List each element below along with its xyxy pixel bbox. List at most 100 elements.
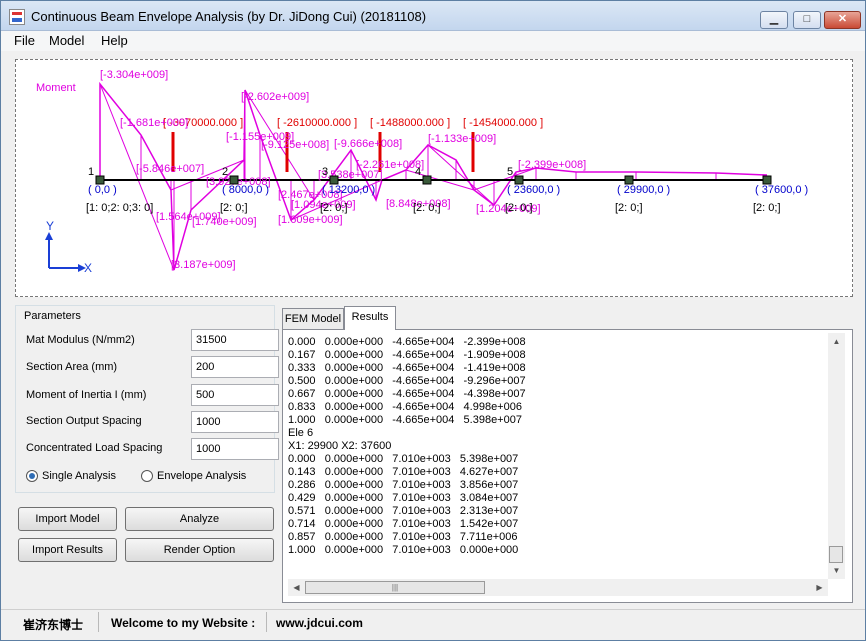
analyze-button[interactable]: Analyze [125, 507, 274, 531]
minimize-button[interactable]: ▁ [760, 11, 788, 29]
node-marker [95, 175, 105, 185]
envelope-analysis-radio[interactable]: Envelope Analysis [141, 470, 246, 482]
result-line: 0.667 0.000e+000 -4.665e+004 -4.398e+007 [288, 388, 526, 400]
result-line: 0.143 0.000e+000 7.010e+003 4.627e+007 [288, 466, 519, 478]
result-line: 0.167 0.000e+000 -4.665e+004 -1.909e+008 [288, 349, 526, 361]
moment-value-label: [3.187e+009] [171, 259, 236, 271]
node-number: 2 [222, 166, 228, 178]
node-number: 5 [507, 166, 513, 178]
node-marker [762, 175, 772, 185]
tab-fem-model[interactable]: FEM Model [282, 308, 344, 330]
node-boundary-condition: [2: 0;] [615, 202, 643, 214]
moment-value-label: [-1.133e+009] [428, 133, 496, 145]
moment-value-label: [-5.846e+007] [136, 163, 204, 175]
mat-modulus-input[interactable] [191, 329, 279, 351]
node-coordinate: ( 8000,0 ) [222, 184, 269, 196]
vertical-scrollbar[interactable]: ▲ ▼ [828, 333, 845, 579]
node-marker [329, 175, 339, 185]
section-area-label: Section Area (mm) [26, 361, 118, 373]
result-line: 0.429 0.000e+000 7.010e+003 3.084e+007 [288, 492, 519, 504]
menu-file[interactable]: File [14, 33, 35, 48]
status-welcome: Welcome to my Website : [111, 616, 256, 630]
menu-help[interactable]: Help [101, 33, 128, 48]
close-button[interactable]: ✕ [824, 11, 861, 29]
concentrated-load-spacing-label: Concentrated Load Spacing [26, 442, 163, 454]
load-label: [ -2610000.000 ] [277, 117, 357, 129]
concentrated-load-spacing-input[interactable] [191, 438, 279, 460]
render-option-button[interactable]: Render Option [125, 538, 274, 562]
x-axis-label: X [84, 261, 92, 275]
node-boundary-condition: [2: 0;] [320, 202, 348, 214]
parameters-title: Parameters [24, 310, 81, 322]
moment-hatch-line [427, 144, 495, 206]
node-number: 1 [88, 166, 94, 178]
parameters-panel: Parameters Mat Modulus (N/mm2) Section A… [15, 305, 279, 493]
node-coordinate: ( 29900,0 ) [617, 184, 670, 196]
result-line: 0.857 0.000e+000 7.010e+003 7.711e+006 [288, 531, 518, 543]
result-line: 0.833 0.000e+000 -4.665e+004 4.998e+006 [288, 401, 522, 413]
node-boundary-condition: [2: 0;] [753, 202, 781, 214]
scroll-down-icon[interactable]: ▼ [828, 562, 845, 579]
moment-of-inertia-input[interactable] [191, 384, 279, 406]
status-bar: 崔济东博士 Welcome to my Website : www.jdcui.… [1, 609, 865, 633]
import-results-button[interactable]: Import Results [18, 538, 117, 562]
node-coordinate: ( 37600,0 ) [755, 184, 808, 196]
horizontal-scrollbar[interactable]: ◀ ||| ▶ [288, 579, 828, 596]
envelope-analysis-label: Envelope Analysis [157, 470, 247, 482]
node-coordinate: ( 0,0 ) [88, 184, 117, 196]
node-marker [624, 175, 634, 185]
moment-curve [99, 81, 768, 271]
radio-unchecked-icon [141, 470, 153, 482]
node-coordinate: ( 13200,0 ) [322, 184, 375, 196]
moment-title: Moment [36, 82, 76, 94]
title-bar: Continuous Beam Envelope Analysis (by Dr… [1, 1, 865, 31]
beam-plot-canvas[interactable]: [ -3070000.000 ][ -2610000.000 ][ -14880… [15, 59, 853, 297]
menu-model[interactable]: Model [49, 33, 84, 48]
single-analysis-label: Single Analysis [42, 470, 116, 482]
y-axis-arrowhead [45, 232, 53, 240]
node-boundary-condition: [2: 0;] [505, 202, 533, 214]
result-line: 0.571 0.000e+000 7.010e+003 2.313e+007 [288, 505, 519, 517]
section-area-input[interactable] [191, 356, 279, 378]
node-coordinate: ( 23600,0 ) [507, 184, 560, 196]
node-number: 3 [322, 166, 328, 178]
moment-value-label: [-9.125e+008] [261, 139, 329, 151]
tab-results[interactable]: Results [344, 306, 396, 330]
node-marker [229, 175, 239, 185]
scroll-right-icon[interactable]: ▶ [811, 579, 828, 596]
import-model-button[interactable]: Import Model [18, 507, 117, 531]
section-output-spacing-label: Section Output Spacing [26, 415, 142, 427]
result-line: 0.500 0.000e+000 -4.665e+004 -9.296e+007 [288, 375, 526, 387]
node-boundary-condition: [1: 0;2: 0;3: 0] [86, 202, 153, 214]
result-line: 0.714 0.000e+000 7.010e+003 1.542e+007 [288, 518, 519, 530]
node-number: 4 [415, 166, 421, 178]
status-author: 崔济东博士 [23, 618, 84, 632]
moment-value-label: [-2.261e+008] [356, 159, 424, 171]
load-label: [ -1488000.000 ] [370, 117, 450, 129]
result-line: 0.000 0.000e+000 -4.665e+004 -2.399e+008 [288, 336, 526, 348]
app-window: Continuous Beam Envelope Analysis (by Dr… [0, 0, 866, 641]
node-marker [422, 175, 432, 185]
status-website-link[interactable]: www.jdcui.com [276, 616, 363, 630]
moment-of-inertia-label: Moment of Inertia I (mm) [26, 389, 147, 401]
status-separator [98, 612, 99, 632]
result-line: 1.000 0.000e+000 7.010e+003 0.000e+000 [288, 544, 519, 556]
status-separator [266, 612, 267, 632]
menu-bar: File Model Help [1, 31, 865, 51]
single-analysis-radio[interactable]: Single Analysis [26, 470, 116, 482]
scroll-left-icon[interactable]: ◀ [288, 579, 305, 596]
moment-hatch-line [99, 83, 175, 271]
radio-checked-icon [26, 470, 38, 482]
horizontal-scroll-thumb[interactable]: ||| [305, 581, 485, 594]
maximize-button[interactable]: □ [793, 11, 821, 29]
result-line: 1.000 0.000e+000 -4.665e+004 5.398e+007 [288, 414, 522, 426]
vertical-scroll-thumb[interactable] [829, 546, 843, 563]
section-output-spacing-input[interactable] [191, 411, 279, 433]
result-line: X1: 29900 X2: 37600 [288, 440, 392, 452]
window-title: Continuous Beam Envelope Analysis (by Dr… [31, 9, 427, 24]
results-textbox[interactable]: 0.000 0.000e+000 -4.665e+004 -2.399e+008… [288, 336, 828, 584]
node-marker [514, 175, 524, 185]
scroll-up-icon[interactable]: ▲ [828, 333, 845, 350]
result-line: 0.000 0.000e+000 7.010e+003 5.398e+007 [288, 453, 519, 465]
result-line: Ele 6 [288, 427, 314, 439]
